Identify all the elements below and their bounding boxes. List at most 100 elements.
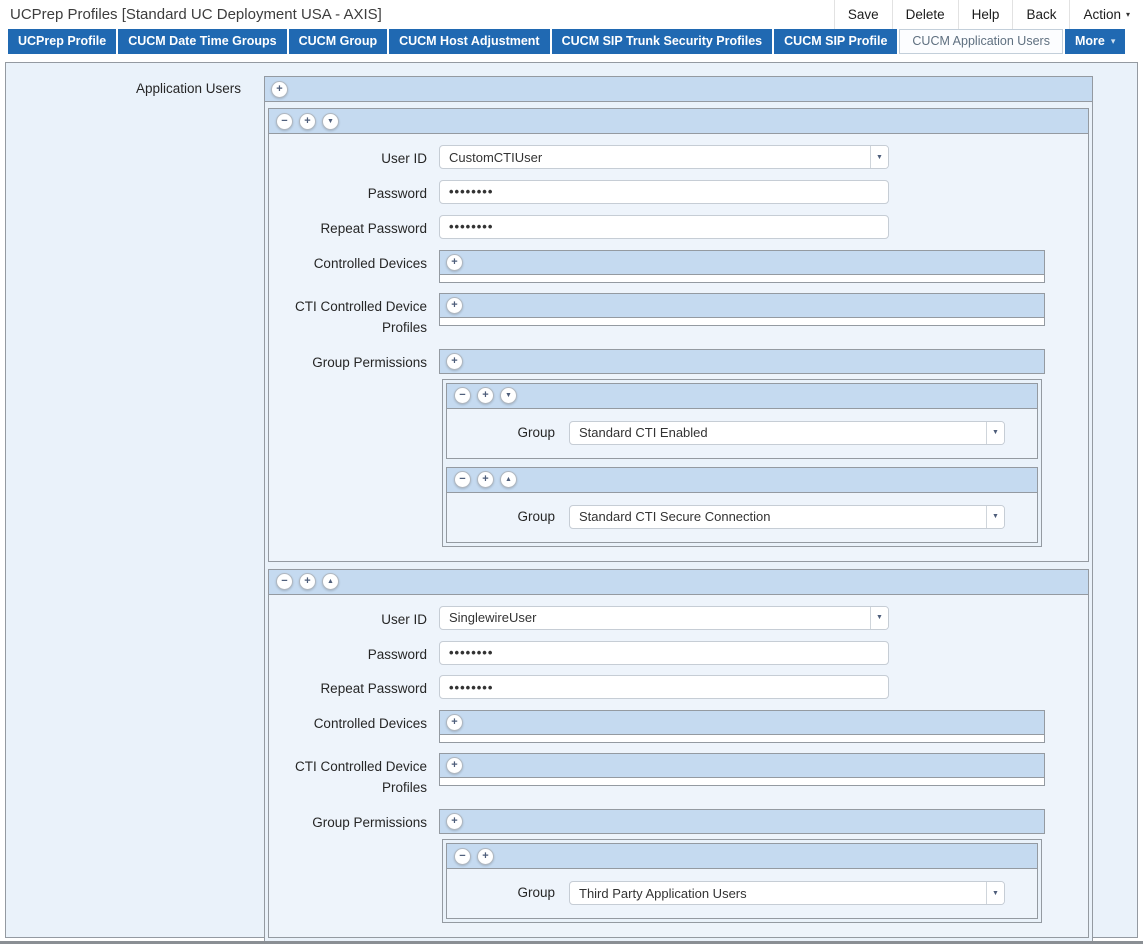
- add-group-permission-button[interactable]: +: [446, 353, 463, 370]
- toolbar: SaveDeleteHelpBack Action ▾: [834, 0, 1143, 29]
- plus-icon: +: [482, 390, 488, 401]
- group-combobox: ▼: [569, 421, 1005, 445]
- repeat-password-row: Repeat Password: [269, 675, 1088, 700]
- add-group-permission-button[interactable]: +: [446, 813, 463, 830]
- group-label: Group: [447, 881, 569, 900]
- cti-profiles-row: CTI Controlled Device Profiles +: [269, 293, 1088, 339]
- user-item-body: User ID ▼ Password Repeat Password Contr…: [269, 595, 1088, 938]
- caret-down-icon: ▾: [1111, 37, 1116, 46]
- application-users-label: Application Users: [6, 76, 264, 944]
- move-up-button[interactable]: ▲: [500, 471, 517, 488]
- group-field[interactable]: [570, 882, 986, 904]
- plus-icon: +: [304, 576, 310, 587]
- password-row: Password: [269, 641, 1088, 666]
- page-title: UCPrep Profiles [Standard UC Deployment …: [0, 6, 382, 23]
- group-dropdown-button[interactable]: ▼: [986, 882, 1004, 904]
- user-id-dropdown-button[interactable]: ▼: [870, 146, 888, 168]
- add-button[interactable]: +: [299, 113, 316, 130]
- group-item-controls-bar: −+ ▼: [447, 384, 1037, 409]
- user-id-field[interactable]: [440, 607, 870, 629]
- help-button[interactable]: Help: [958, 0, 1013, 29]
- add-button[interactable]: +: [477, 387, 494, 404]
- chevron-down-icon: ▼: [992, 429, 999, 436]
- remove-button[interactable]: −: [276, 113, 293, 130]
- group-row: Group ▼: [447, 881, 1037, 905]
- repeat-password-label: Repeat Password: [269, 215, 439, 240]
- group-field[interactable]: [570, 422, 986, 444]
- controlled-devices-add-bar: +: [439, 710, 1045, 735]
- group-permissions-add-bar: +: [439, 809, 1045, 834]
- add-application-user-button[interactable]: +: [271, 81, 288, 98]
- repeat-password-field[interactable]: [439, 675, 889, 699]
- cti-profiles-list: +: [439, 293, 1045, 326]
- tab-cucm-group[interactable]: CUCM Group: [289, 29, 387, 54]
- cti-profiles-add-bar: +: [439, 293, 1045, 318]
- plus-icon: +: [451, 816, 457, 827]
- tab-cucm-sip-trunk-security-profiles[interactable]: CUCM SIP Trunk Security Profiles: [552, 29, 773, 54]
- controlled-devices-empty-body: [439, 275, 1045, 283]
- back-button[interactable]: Back: [1012, 0, 1069, 29]
- move-down-button[interactable]: ▼: [500, 387, 517, 404]
- add-cti-profile-button[interactable]: +: [446, 757, 463, 774]
- application-window: UCPrep Profiles [Standard UC Deployment …: [0, 0, 1143, 944]
- tab-cucm-sip-profile[interactable]: CUCM SIP Profile: [774, 29, 897, 54]
- tab-ucprep-profile[interactable]: UCPrep Profile: [8, 29, 116, 54]
- user-item-body: User ID ▼ Password Repeat Password Contr…: [269, 134, 1088, 561]
- add-button[interactable]: +: [299, 573, 316, 590]
- add-button[interactable]: +: [477, 471, 494, 488]
- group-permissions-row: Group Permissions + −+▼ Group ▼ −+▲ G: [269, 349, 1088, 547]
- chevron-down-icon: ▼: [992, 513, 999, 520]
- group-permissions-list: + −+▼ Group ▼ −+▲ Group ▼: [439, 349, 1045, 547]
- save-button[interactable]: Save: [834, 0, 892, 29]
- group-dropdown-button[interactable]: ▼: [986, 506, 1004, 528]
- group-permissions-label: Group Permissions: [269, 809, 439, 834]
- remove-button[interactable]: −: [454, 848, 471, 865]
- user-id-field[interactable]: [440, 146, 870, 168]
- repeat-password-field[interactable]: [439, 215, 889, 239]
- add-button[interactable]: +: [477, 848, 494, 865]
- tab-more[interactable]: More▾: [1065, 29, 1125, 54]
- user-id-label: User ID: [269, 145, 439, 170]
- remove-button[interactable]: −: [454, 387, 471, 404]
- password-field[interactable]: [439, 180, 889, 204]
- move-up-button[interactable]: ▲: [322, 573, 339, 590]
- group-permissions-list: + −+ Group ▼: [439, 809, 1045, 923]
- group-combobox: ▼: [569, 505, 1005, 529]
- plus-icon: +: [276, 84, 282, 95]
- action-button-label: Action: [1083, 7, 1121, 22]
- tab-cucm-date-time-groups[interactable]: CUCM Date Time Groups: [118, 29, 286, 54]
- remove-button[interactable]: −: [454, 471, 471, 488]
- group-permission-item: −+ Group ▼: [446, 843, 1038, 919]
- group-dropdown-button[interactable]: ▼: [986, 422, 1004, 444]
- chevron-down-icon: ▼: [876, 154, 883, 161]
- delete-button[interactable]: Delete: [892, 0, 958, 29]
- plus-icon: +: [304, 116, 310, 127]
- tab-cucm-application-users[interactable]: CUCM Application Users: [899, 29, 1063, 54]
- group-field[interactable]: [570, 506, 986, 528]
- user-id-combobox: ▼: [439, 606, 889, 630]
- plus-icon: +: [451, 717, 457, 728]
- action-button[interactable]: Action ▾: [1069, 0, 1143, 29]
- group-permissions-container: −+▼ Group ▼ −+▲ Group ▼: [442, 379, 1042, 547]
- user-id-dropdown-button[interactable]: ▼: [870, 607, 888, 629]
- application-users-list: + −+▼ User ID ▼ Password Repeat Password: [264, 76, 1093, 944]
- password-field[interactable]: [439, 641, 889, 665]
- minus-icon: −: [281, 576, 287, 587]
- group-permission-item: −+▼ Group ▼: [446, 383, 1038, 459]
- group-item-body: Group ▼: [447, 493, 1037, 542]
- user-item-controls-bar: −+ ▼: [269, 109, 1088, 134]
- move-down-button[interactable]: ▼: [322, 113, 339, 130]
- remove-button[interactable]: −: [276, 573, 293, 590]
- add-controlled-device-button[interactable]: +: [446, 254, 463, 271]
- application-user-item: −+▼ User ID ▼ Password Repeat Password C…: [268, 108, 1089, 562]
- group-permissions-add-bar: +: [439, 349, 1045, 374]
- tab-cucm-host-adjustment[interactable]: CUCM Host Adjustment: [389, 29, 550, 54]
- window-title-bar: UCPrep Profiles [Standard UC Deployment …: [0, 0, 1143, 29]
- cti-profiles-add-bar: +: [439, 753, 1045, 778]
- content-panel: Application Users + −+▼ User ID ▼ Passwo…: [5, 62, 1138, 938]
- application-user-item: −+▲ User ID ▼ Password Repeat Password C…: [268, 569, 1089, 939]
- add-cti-profile-button[interactable]: +: [446, 297, 463, 314]
- user-id-row: User ID ▼: [269, 145, 1088, 170]
- controlled-devices-label: Controlled Devices: [269, 250, 439, 275]
- add-controlled-device-button[interactable]: +: [446, 714, 463, 731]
